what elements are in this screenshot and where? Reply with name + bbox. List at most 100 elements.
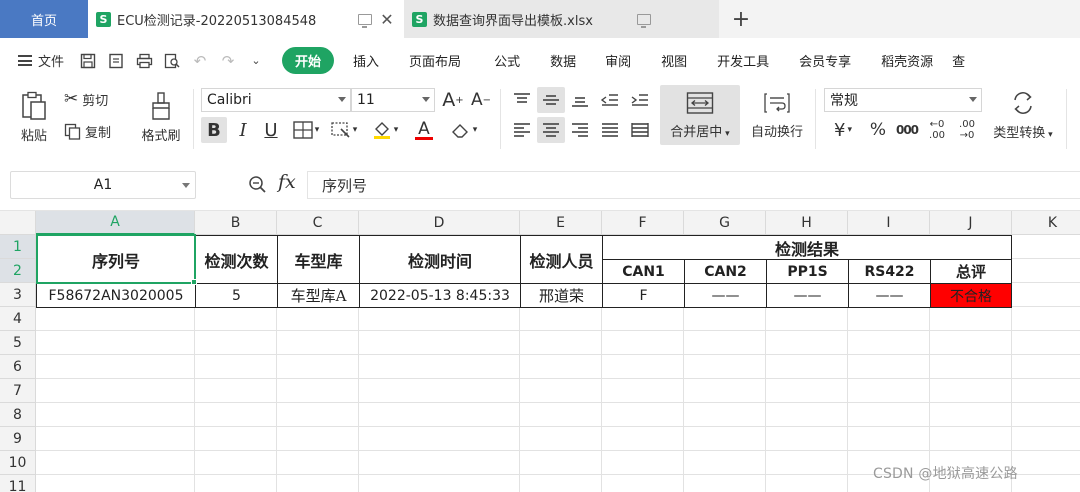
tab-page-layout[interactable]: 页面布局 — [392, 51, 478, 70]
row-header-4[interactable]: 4 — [0, 307, 36, 331]
cell-overall-value[interactable]: 不合格 — [930, 283, 1012, 308]
number-format-select[interactable]: 常规 — [824, 88, 982, 112]
cell-inspector-value[interactable]: 邢道荣 — [520, 283, 603, 308]
row-header-3[interactable]: 3 — [0, 283, 36, 307]
paste-button[interactable]: 粘贴 — [12, 87, 56, 147]
font-size-select[interactable]: 11 — [351, 88, 435, 112]
row-header-5[interactable]: 5 — [0, 331, 36, 355]
align-middle-button[interactable] — [537, 87, 565, 113]
cell-serial-header[interactable]: 序列号 — [36, 235, 196, 284]
cell-result-header[interactable]: 检测结果 — [602, 235, 1012, 260]
undo-icon[interactable]: ↶ — [191, 52, 209, 70]
tab-active-document[interactable]: S ECU检测记录-20220513084548 ✕ — [88, 0, 404, 38]
currency-button[interactable]: ¥ ▾ — [826, 117, 860, 143]
tab-member[interactable]: 会员专享 — [784, 51, 866, 70]
cell-style-button[interactable]: ▾ — [327, 117, 361, 143]
cell-model-header[interactable]: 车型库 — [277, 235, 360, 284]
chevron-down-icon[interactable]: ⌄ — [247, 52, 265, 70]
cell-can2-value[interactable]: —— — [684, 283, 767, 308]
tab-docer-resources[interactable]: 稻壳资源 — [866, 51, 948, 70]
print-icon[interactable] — [135, 52, 153, 70]
cell-model-value[interactable]: 车型库A — [277, 283, 360, 308]
decrease-indent-button[interactable] — [596, 87, 624, 113]
fill-color-button[interactable]: ▾ — [367, 117, 403, 143]
cell-inspector-header[interactable]: 检测人员 — [520, 235, 603, 284]
cell-overall-header[interactable]: 总评 — [930, 259, 1012, 284]
name-box[interactable]: A1 — [10, 171, 196, 199]
column-header-e[interactable]: E — [520, 211, 602, 235]
increase-indent-button[interactable] — [626, 87, 654, 113]
close-icon[interactable]: ✕ — [378, 10, 396, 29]
row-header-8[interactable]: 8 — [0, 403, 36, 427]
tab-data[interactable]: 数据 — [536, 51, 590, 70]
align-top-button[interactable] — [508, 87, 536, 113]
increase-font-button[interactable]: A + — [441, 88, 465, 112]
row-header-7[interactable]: 7 — [0, 379, 36, 403]
column-header-k[interactable]: K — [1012, 211, 1080, 235]
cell-pp1s-value[interactable]: —— — [766, 283, 849, 308]
zoom-icon[interactable] — [248, 175, 268, 200]
percent-button[interactable]: % — [866, 117, 890, 143]
underline-button[interactable]: U — [259, 117, 283, 143]
cell-rs422-value[interactable]: —— — [848, 283, 931, 308]
column-header-h[interactable]: H — [766, 211, 848, 235]
column-header-c[interactable]: C — [277, 211, 359, 235]
cell-pp1s-header[interactable]: PP1S — [766, 259, 849, 284]
tab-review[interactable]: 审阅 — [590, 51, 646, 70]
new-tab-button[interactable]: + — [719, 0, 763, 38]
cut-button[interactable]: ✂ 剪切 — [64, 87, 122, 111]
tab-view[interactable]: 视图 — [646, 51, 702, 70]
column-header-g[interactable]: G — [684, 211, 766, 235]
align-center-button[interactable] — [537, 117, 565, 143]
spreadsheet-grid[interactable]: A B C D E F G H I J K 1 2 3 4 5 6 7 8 9 … — [0, 211, 1080, 492]
cell-serial-value[interactable]: F58672AN3020005 — [36, 283, 196, 308]
thousands-button[interactable]: 000 — [894, 117, 920, 143]
align-bottom-button[interactable] — [566, 87, 594, 113]
row-header-9[interactable]: 9 — [0, 427, 36, 451]
tab-insert[interactable]: 插入 — [340, 51, 392, 70]
export-pdf-icon[interactable] — [107, 52, 125, 70]
column-header-a[interactable]: A — [36, 211, 195, 235]
row-header-2[interactable]: 2 — [0, 259, 36, 283]
column-header-f[interactable]: F — [602, 211, 684, 235]
decrease-font-button[interactable]: A − — [469, 88, 493, 112]
align-left-button[interactable] — [508, 117, 536, 143]
cell-time-value[interactable]: 2022-05-13 8:45:33 — [359, 283, 521, 308]
format-painter-button[interactable]: 格式刷 — [136, 87, 186, 147]
home-tab[interactable]: 首页 — [0, 0, 88, 38]
select-all-corner[interactable] — [0, 211, 36, 235]
row-header-11[interactable]: 11 — [0, 475, 36, 492]
align-right-button[interactable] — [566, 117, 594, 143]
font-color-button[interactable]: A — [407, 117, 441, 143]
cell-rs422-header[interactable]: RS422 — [848, 259, 931, 284]
decrease-decimal-button[interactable]: .00 →0 — [954, 115, 980, 145]
row-header-10[interactable]: 10 — [0, 451, 36, 475]
column-header-i[interactable]: I — [848, 211, 930, 235]
cell-count-header[interactable]: 检测次数 — [195, 235, 278, 284]
clear-format-button[interactable]: ▾ — [446, 117, 482, 143]
row-header-6[interactable]: 6 — [0, 355, 36, 379]
column-header-d[interactable]: D — [359, 211, 520, 235]
tab-start[interactable]: 开始 — [282, 47, 335, 74]
redo-icon[interactable]: ↷ — [219, 52, 237, 70]
cell-count-value[interactable]: 5 — [195, 283, 278, 308]
column-header-j[interactable]: J — [930, 211, 1012, 235]
cell-time-header[interactable]: 检测时间 — [359, 235, 521, 284]
row-header-1[interactable]: 1 — [0, 235, 36, 259]
formula-input[interactable]: 序列号 — [307, 171, 1080, 199]
wrap-text-button[interactable]: 自动换行 — [744, 85, 810, 145]
merge-center-button[interactable]: 合并居中 ▾ — [660, 85, 740, 145]
font-name-select[interactable]: Calibri — [201, 88, 351, 112]
tab-developer[interactable]: 开发工具 — [702, 51, 784, 70]
distributed-button[interactable] — [626, 117, 654, 143]
print-preview-icon[interactable] — [163, 52, 181, 70]
search-menu[interactable]: 查 — [948, 51, 969, 70]
fill-handle[interactable] — [191, 279, 197, 285]
italic-button[interactable]: I — [231, 117, 255, 143]
bold-button[interactable]: B — [201, 117, 227, 143]
file-menu[interactable]: 文件 — [0, 51, 74, 70]
type-convert-button[interactable]: 类型转换 ▾ — [986, 85, 1060, 145]
cell-can1-header[interactable]: CAN1 — [602, 259, 685, 284]
borders-button[interactable]: ▾ — [289, 117, 323, 143]
cell-can1-value[interactable]: F — [602, 283, 685, 308]
